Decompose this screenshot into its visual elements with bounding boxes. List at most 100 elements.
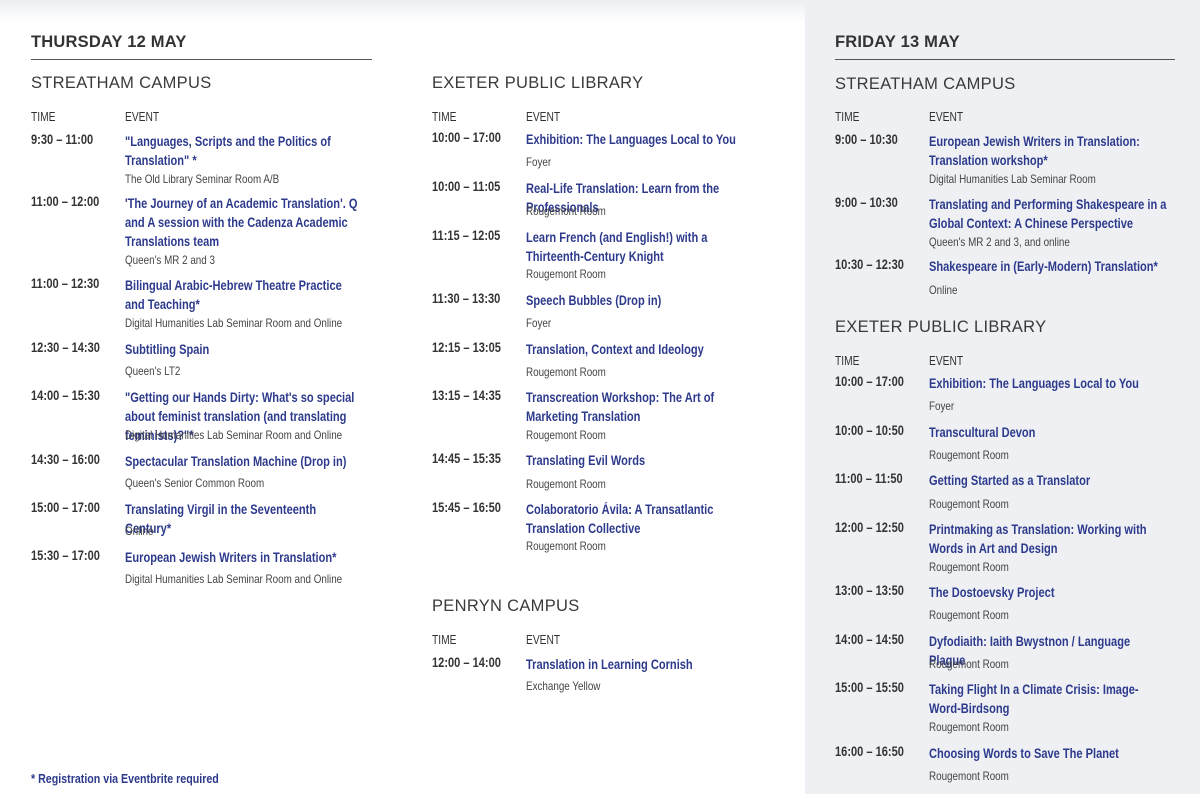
event-title[interactable]: Subtitling Spain: [125, 340, 363, 359]
friday-streatham-time-header: TIME: [835, 110, 860, 124]
event-location: Foyer: [526, 155, 552, 169]
event-time: 14:00 – 14:50: [835, 632, 904, 647]
registration-footnote: * Registration via Eventbrite required: [31, 771, 219, 786]
thursday-library-heading: EXETER PUBLIC LIBRARY: [432, 74, 644, 92]
event-time: 12:00 – 12:50: [835, 520, 904, 535]
thursday-penryn-heading: PENRYN CAMPUS: [432, 597, 580, 615]
event-location: Online: [125, 524, 154, 538]
event-location: Rougemont Room: [526, 428, 606, 442]
event-time: 9:30 – 11:00: [31, 132, 94, 147]
event-time: 14:30 – 16:00: [31, 452, 100, 467]
event-location: Rougemont Room: [929, 769, 1009, 783]
event-location: Rougemont Room: [526, 204, 606, 218]
event-title[interactable]: Translating Evil Words: [526, 451, 764, 470]
thursday-streatham-heading: STREATHAM CAMPUS: [31, 74, 212, 92]
event-title[interactable]: 'The Journey of an Academic Translation'…: [125, 194, 363, 251]
event-location: Rougemont Room: [526, 365, 606, 379]
event-location: Queen's MR 2 and 3, and online: [929, 235, 1070, 249]
event-location: Rougemont Room: [929, 448, 1009, 462]
event-time: 10:00 – 11:05: [432, 179, 501, 194]
event-time: 14:45 – 15:35: [432, 451, 501, 466]
event-title[interactable]: Translation, Context and Ideology: [526, 340, 764, 359]
thursday-streatham-event-header: EVENT: [125, 110, 160, 124]
event-title[interactable]: Colaboratorio Ávila: A Transatlantic Tra…: [526, 500, 764, 538]
friday-library-heading: EXETER PUBLIC LIBRARY: [835, 318, 1047, 336]
event-time: 15:00 – 17:00: [31, 500, 100, 515]
thursday-streatham-time-header: TIME: [31, 110, 56, 124]
event-time: 13:00 – 13:50: [835, 583, 904, 598]
event-title[interactable]: Translating and Performing Shakespeare i…: [929, 195, 1167, 233]
event-time: 9:00 – 10:30: [835, 195, 898, 210]
event-time: 13:15 – 14:35: [432, 388, 501, 403]
event-location: Exchange Yellow: [526, 679, 601, 693]
event-time: 12:15 – 13:05: [432, 340, 501, 355]
event-location: Queen's LT2: [125, 364, 181, 378]
event-location: Rougemont Room: [929, 497, 1009, 511]
friday-rule: [835, 59, 1175, 60]
event-title[interactable]: Transcultural Devon: [929, 423, 1167, 442]
event-title[interactable]: "Languages, Scripts and the Politics of …: [125, 132, 363, 170]
event-time: 15:00 – 15:50: [835, 680, 904, 695]
event-title[interactable]: European Jewish Writers in Translation: …: [929, 132, 1167, 170]
event-location: Rougemont Room: [929, 608, 1009, 622]
event-time: 15:30 – 17:00: [31, 548, 100, 563]
event-location: Rougemont Room: [929, 720, 1009, 734]
event-time: 16:00 – 16:50: [835, 744, 904, 759]
event-title[interactable]: Choosing Words to Save The Planet: [929, 744, 1167, 763]
friday-library-time-header: TIME: [835, 354, 860, 368]
event-location: Rougemont Room: [929, 560, 1009, 574]
friday-streatham-heading: STREATHAM CAMPUS: [835, 75, 1016, 93]
event-title[interactable]: Bilingual Arabic-Hebrew Theatre Practice…: [125, 276, 363, 314]
event-title[interactable]: Printmaking as Translation: Working with…: [929, 520, 1167, 558]
event-location: Digital Humanities Lab Seminar Room and …: [125, 428, 343, 442]
event-title[interactable]: Getting Started as a Translator: [929, 471, 1167, 490]
friday-panel: [805, 0, 1200, 794]
event-title[interactable]: European Jewish Writers in Translation*: [125, 548, 363, 567]
event-time: 10:00 – 10:50: [835, 423, 904, 438]
event-time: 10:00 – 17:00: [432, 130, 501, 145]
event-time: 12:30 – 14:30: [31, 340, 100, 355]
thursday-rule: [31, 59, 372, 60]
event-time: 11:00 – 12:30: [31, 276, 100, 291]
event-title[interactable]: Taking Flight In a Climate Crisis: Image…: [929, 680, 1167, 718]
event-location: Foyer: [929, 399, 955, 413]
friday-library-event-header: EVENT: [929, 354, 964, 368]
event-location: Digital Humanities Lab Seminar Room: [929, 172, 1096, 186]
event-title[interactable]: Transcreation Workshop: The Art of Marke…: [526, 388, 764, 426]
event-location: Rougemont Room: [526, 267, 606, 281]
event-title[interactable]: Spectacular Translation Machine (Drop in…: [125, 452, 363, 471]
event-title[interactable]: The Dostoevsky Project: [929, 583, 1167, 602]
event-title[interactable]: Shakespeare in (Early-Modern) Translatio…: [929, 257, 1167, 276]
event-location: The Old Library Seminar Room A/B: [125, 172, 280, 186]
event-title[interactable]: Learn French (and English!) with a Thirt…: [526, 228, 764, 266]
thursday-penryn-time-header: TIME: [432, 633, 457, 647]
thursday-penryn-event-header: EVENT: [526, 633, 561, 647]
thursday-library-event-header: EVENT: [526, 110, 561, 124]
event-location: Rougemont Room: [526, 539, 606, 553]
event-time: 10:00 – 17:00: [835, 374, 904, 389]
event-location: Rougemont Room: [929, 657, 1009, 671]
thursday-library-time-header: TIME: [432, 110, 457, 124]
event-location: Rougemont Room: [526, 477, 606, 491]
event-title[interactable]: Exhibition: The Languages Local to You: [526, 130, 764, 149]
event-time: 11:00 – 12:00: [31, 194, 100, 209]
event-title[interactable]: Translation in Learning Cornish: [526, 655, 764, 674]
event-location: Digital Humanities Lab Seminar Room and …: [125, 316, 343, 330]
event-time: 11:15 – 12:05: [432, 228, 501, 243]
event-title[interactable]: Exhibition: The Languages Local to You: [929, 374, 1167, 393]
event-location: Foyer: [526, 316, 552, 330]
event-time: 14:00 – 15:30: [31, 388, 100, 403]
event-time: 10:30 – 12:30: [835, 257, 904, 272]
event-time: 15:45 – 16:50: [432, 500, 501, 515]
event-location: Queen's Senior Common Room: [125, 476, 265, 490]
friday-heading: FRIDAY 13 MAY: [835, 33, 960, 51]
event-location: Online: [929, 283, 958, 297]
event-location: Digital Humanities Lab Seminar Room and …: [125, 572, 343, 586]
friday-streatham-event-header: EVENT: [929, 110, 964, 124]
thursday-heading: THURSDAY 12 MAY: [31, 33, 187, 51]
event-time: 11:00 – 11:50: [835, 471, 903, 486]
event-time: 12:00 – 14:00: [432, 655, 501, 670]
event-title[interactable]: Speech Bubbles (Drop in): [526, 291, 764, 310]
event-time: 11:30 – 13:30: [432, 291, 501, 306]
event-time: 9:00 – 10:30: [835, 132, 898, 147]
